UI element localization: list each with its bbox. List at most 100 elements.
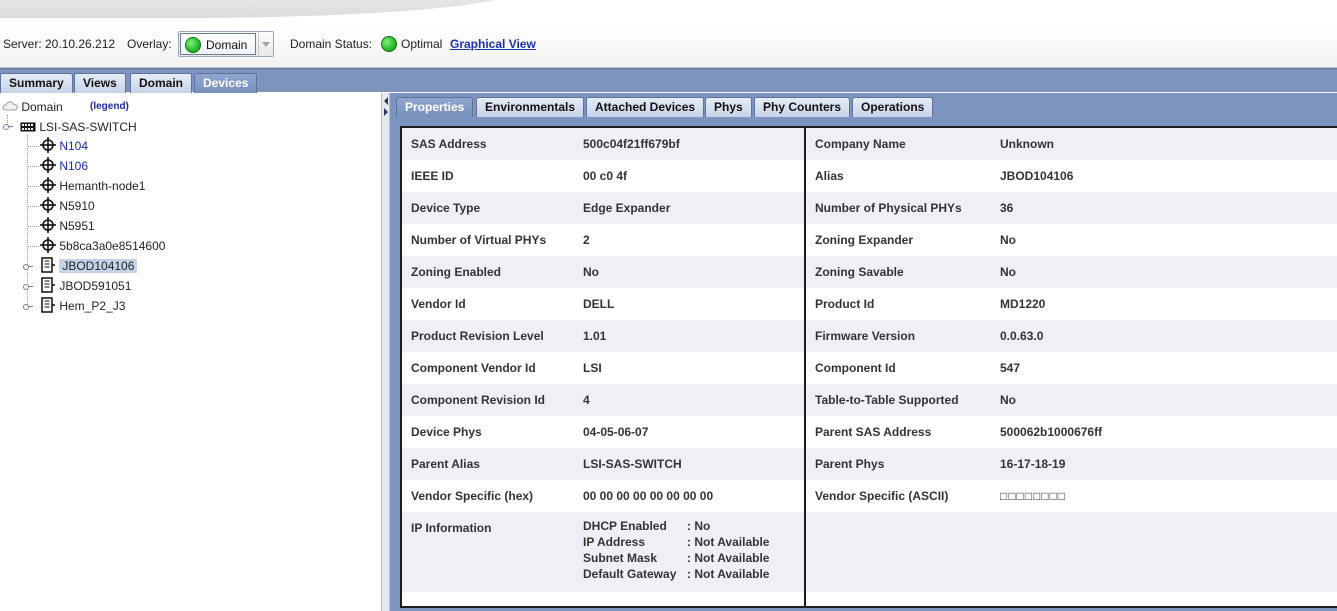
tree-node[interactable]: JBOD104106	[40, 257, 138, 275]
tree-node[interactable]: N106	[40, 157, 88, 175]
property-value: LSI	[583, 361, 602, 375]
tree-node[interactable]: Hem_P2_J3	[40, 297, 125, 315]
graphical-view-link[interactable]: Graphical View	[450, 37, 536, 51]
property-value: 500c04f21ff679bf	[583, 137, 680, 151]
table-row: Product Revision Level 1.01 Firmware Ver…	[402, 320, 1337, 352]
table-row: Zoning Enabled No Zoning Savable No	[402, 256, 1337, 288]
tree-node-label: N104	[59, 139, 89, 153]
tree-node[interactable]: N5910	[40, 197, 95, 215]
tab-attached-devices[interactable]: Attached Devices	[586, 97, 705, 117]
property-key: Zoning Enabled	[411, 265, 501, 279]
main-tab-bar: Summary Views Domain Devices	[0, 68, 1337, 93]
table-row: Number of Virtual PHYs 2 Zoning Expander…	[402, 224, 1337, 256]
tab-views[interactable]: Views	[74, 73, 126, 93]
tree-branch	[27, 166, 39, 167]
initiator-icon	[40, 137, 56, 153]
ip-value: : No	[687, 519, 711, 533]
property-key: Product Id	[815, 297, 875, 311]
tab-devices[interactable]: Devices	[194, 73, 258, 93]
column-divider	[804, 128, 806, 606]
legend-link[interactable]: (legend)	[90, 98, 129, 116]
property-key: Component Id	[815, 361, 896, 375]
tree-switch-label: LSI-SAS-SWITCH	[39, 120, 137, 134]
property-value: 0.0.63.0	[1000, 329, 1044, 343]
collapse-right-icon[interactable]	[384, 108, 388, 116]
property-key: SAS Address	[411, 137, 487, 151]
property-key: Zoning Expander	[815, 233, 914, 247]
header-swoosh	[0, 0, 1337, 24]
tree-node[interactable]: 5b8ca3a0e8514600	[40, 237, 165, 255]
tree-node[interactable]: N5951	[40, 217, 95, 235]
property-key: Device Type	[411, 201, 481, 215]
tree-node[interactable]: N104	[40, 137, 88, 155]
property-key: Firmware Version	[815, 329, 916, 343]
table-row: IEEE ID 00 c0 4f Alias JBOD104106	[402, 160, 1337, 192]
property-key: Company Name	[815, 137, 906, 151]
tree-branch	[27, 226, 39, 227]
tree-branch	[27, 146, 39, 147]
overlay-label: Overlay:	[127, 37, 172, 51]
tab-environmentals[interactable]: Environmentals	[476, 97, 585, 117]
device-tree-panel: Domain (legend) LSI-SAS-SWITCH N104 N106…	[0, 93, 381, 611]
property-value: No	[1000, 233, 1016, 247]
property-value: Edge Expander	[583, 201, 671, 215]
initiator-icon	[40, 157, 56, 173]
tree-root-domain[interactable]: Domain	[2, 98, 63, 116]
overlay-select[interactable]: Domain	[178, 31, 274, 57]
tab-summary[interactable]: Summary	[0, 73, 73, 93]
initiator-icon	[40, 217, 56, 233]
property-key: IEEE ID	[411, 169, 454, 183]
tree-node-label: 5b8ca3a0e8514600	[59, 239, 166, 253]
property-value: MD1220	[1000, 297, 1046, 311]
property-value: 1.01	[583, 329, 607, 343]
property-value: 36	[1000, 201, 1014, 215]
tree-node[interactable]: Hemanth-node1	[40, 177, 145, 195]
tree-node-label: Hemanth-node1	[59, 179, 146, 193]
ip-key: IP Address	[583, 535, 646, 549]
tree-switch[interactable]: LSI-SAS-SWITCH	[20, 118, 137, 136]
initiator-icon	[40, 177, 56, 193]
overlay-select-value: Domain	[206, 38, 248, 52]
table-row-empty	[402, 592, 1337, 606]
toolbar: Server: 20.10.26.212 Overlay: Domain Dom…	[0, 24, 1337, 68]
property-value: 00 00 00 00 00 00 00 00	[583, 489, 714, 503]
tree-toggle-icon[interactable]	[23, 261, 33, 271]
tree-toggle-icon[interactable]	[3, 121, 13, 131]
tab-phy-counters[interactable]: Phy Counters	[754, 97, 851, 117]
pane-splitter[interactable]	[381, 93, 390, 611]
tree-branch	[27, 186, 39, 187]
property-value: No	[1000, 393, 1016, 407]
property-key: Alias	[815, 169, 844, 183]
ip-value: : Not Available	[687, 551, 770, 565]
tree-root-label: Domain	[21, 100, 63, 114]
tab-phys[interactable]: Phys	[705, 97, 752, 117]
chevron-down-icon[interactable]	[258, 33, 272, 55]
property-key: Component Vendor Id	[411, 361, 536, 375]
table-row: Device Phys 04-05-06-07 Parent SAS Addre…	[402, 416, 1337, 448]
tree-node-label: JBOD591051	[59, 279, 132, 293]
property-key: Number of Physical PHYs	[815, 201, 962, 215]
tree-node-label: N106	[59, 159, 89, 173]
property-key: Table-to-Table Supported	[815, 393, 959, 407]
property-value: 16-17-18-19	[1000, 457, 1066, 471]
ip-key: DHCP Enabled	[583, 519, 667, 533]
tree-branch	[27, 246, 39, 247]
tab-properties[interactable]: Properties	[396, 97, 474, 117]
property-value: □□□□□□□□	[1000, 489, 1066, 503]
tab-operations[interactable]: Operations	[852, 97, 934, 117]
ip-key: Default Gateway	[583, 567, 677, 581]
table-row: Vendor Id DELL Product Id MD1220	[402, 288, 1337, 320]
details-panel: Properties Environmentals Attached Devic…	[390, 93, 1337, 611]
properties-table: SAS Address 500c04f21ff679bf Company Nam…	[400, 126, 1337, 608]
overlay-select-value-box[interactable]: Domain	[180, 33, 256, 55]
domain-status-value: Optimal	[401, 37, 443, 51]
tab-domain[interactable]: Domain	[130, 73, 193, 93]
property-value: JBOD104106	[1000, 169, 1074, 183]
jbod-icon	[41, 277, 55, 293]
tree-node[interactable]: JBOD591051	[40, 277, 131, 295]
tree-toggle-icon[interactable]	[23, 301, 33, 311]
property-key: Parent SAS Address	[815, 425, 932, 439]
tree-toggle-icon[interactable]	[23, 281, 33, 291]
collapse-left-icon[interactable]	[384, 97, 388, 105]
status-dot-icon	[185, 37, 201, 53]
